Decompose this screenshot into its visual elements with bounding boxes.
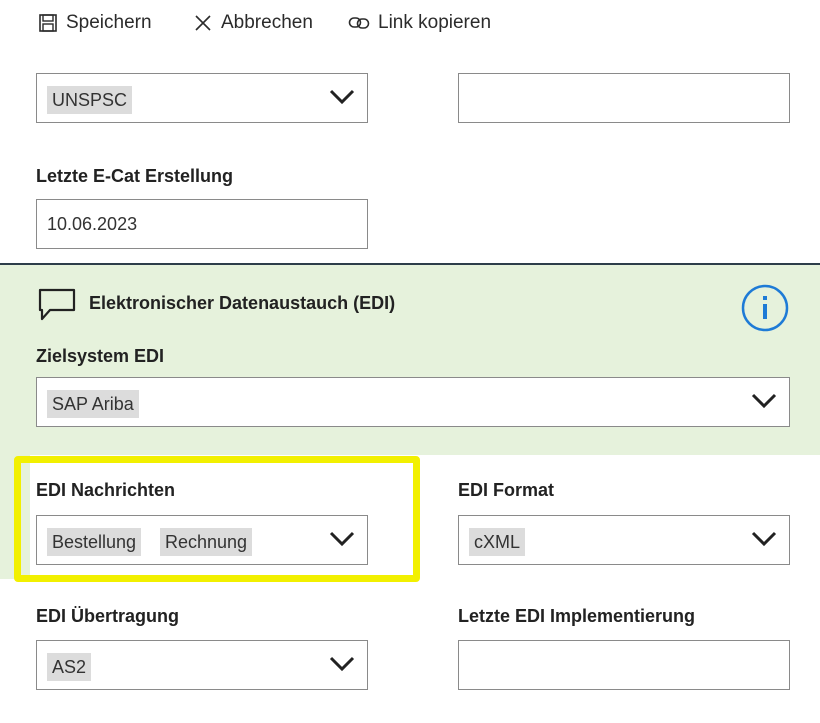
close-icon [193,13,213,33]
edi-section-title: Elektronischer Datenaustauch (EDI) [89,293,396,313]
ecat-date-input[interactable]: 10.06.2023 [36,199,368,249]
edi-format-selected: cXML [469,528,526,556]
edi-format-select[interactable]: cXML [458,515,790,565]
classification-select[interactable]: UNSPSC [36,73,368,123]
copy-link-button[interactable]: Link kopieren [348,10,491,36]
ecat-label: Letzte E-Cat Erstellung [36,166,234,186]
ecat-date-value: 10.06.2023 [47,214,138,234]
save-label: Speichern [66,12,152,33]
info-icon[interactable] [740,283,790,338]
cancel-button[interactable]: Abbrechen [193,10,313,36]
chevron-down-icon [329,656,355,672]
edi-transfer-select[interactable]: AS2 [36,640,368,690]
save-button[interactable]: Speichern [38,10,152,36]
chevron-down-icon [329,89,355,105]
classification-selected: UNSPSC [47,86,133,114]
target-system-label: Zielsystem EDI [36,346,165,366]
target-system-selected: SAP Ariba [47,390,139,418]
copy-link-label: Link kopieren [378,12,492,33]
link-icon [348,13,370,33]
edi-transfer-selected: AS2 [47,653,92,681]
edi-last-impl-label: Letzte EDI Implementierung [458,606,696,626]
chevron-down-icon [751,531,777,547]
target-system-select[interactable]: SAP Ariba [36,377,790,427]
edi-format-label: EDI Format [458,480,555,500]
classification-code-input[interactable] [458,73,790,123]
chevron-down-icon [751,393,777,409]
chat-icon [38,288,76,327]
save-icon [38,13,58,33]
edi-last-impl-input[interactable] [458,640,790,690]
cancel-label: Abbrechen [221,12,313,33]
edi-transfer-label: EDI Übertragung [36,606,180,626]
yellow-highlight-annotation [14,456,420,582]
